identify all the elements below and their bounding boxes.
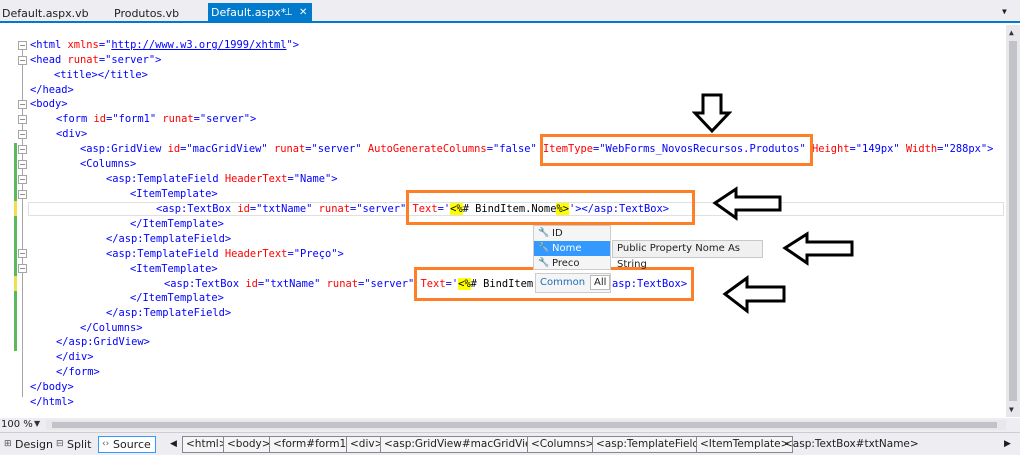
collapse-icon[interactable]: − [18, 145, 27, 154]
change-bar-unsaved [14, 201, 17, 216]
intellisense-item[interactable]: 🔧 ID [534, 226, 610, 241]
code-line: </head> [30, 84, 74, 96]
code-line: <ItemTemplate> [130, 188, 218, 200]
tab-dropdown-icon[interactable]: ▼ [1002, 7, 1012, 17]
property-icon: 🔧 [538, 258, 550, 268]
code-line: </div> [56, 351, 94, 363]
code-line: </asp:TemplateField> [106, 233, 232, 245]
code-line: <html xmlns="http://www.w3.org/1999/xhtm… [30, 39, 300, 51]
scroll-thumb[interactable] [52, 422, 997, 428]
vertical-scrollbar[interactable]: ▲ ▼ [1006, 25, 1020, 417]
collapse-icon[interactable]: − [18, 130, 27, 139]
tab-label: Produtos.vb [114, 7, 180, 20]
zoom-row: 100 % ▼ [0, 418, 1020, 432]
split-icon: ⊟ [56, 439, 64, 449]
change-bar-unsaved [14, 276, 17, 291]
horizontal-scrollbar[interactable] [46, 420, 1006, 430]
scroll-up-icon[interactable]: ▲ [1009, 28, 1014, 37]
change-bar-saved [14, 291, 17, 351]
property-icon: 🔧 [538, 243, 550, 253]
split-view-button[interactable]: ⊟ Split [52, 436, 96, 453]
code-line: <title></title> [54, 69, 148, 81]
code-line: <head runat="server"> [30, 54, 162, 66]
arrow-left-icon [782, 231, 854, 266]
breadcrumb-item[interactable]: <asp:TemplateField> [592, 436, 712, 453]
document-tab-strip: Default.aspx.vb Produtos.vb Default.aspx… [0, 0, 1020, 23]
tab-label: Default.aspx* [211, 6, 287, 19]
code-line: <Columns> [80, 158, 137, 170]
intellisense-item-selected[interactable]: 🔧 Nome [534, 241, 610, 256]
breadcrumb-item[interactable]: <ItemTemplate> [696, 436, 794, 453]
code-line: </Columns> [80, 322, 143, 334]
intellisense-filter: Common All [535, 273, 611, 293]
collapse-icon[interactable]: − [18, 175, 27, 184]
breadcrumb-next-icon[interactable]: ▶ [1004, 437, 1014, 452]
zoom-dropdown-icon[interactable]: ▼ [34, 419, 40, 428]
tab-default-aspx[interactable]: Default.aspx* ⊥ ✕ [208, 3, 312, 23]
source-view-button[interactable]: ‹› Source [98, 436, 156, 453]
arrow-left-icon [722, 275, 786, 315]
tab-label: Default.aspx.vb [2, 7, 89, 20]
collapse-icon[interactable]: − [18, 249, 27, 258]
collapse-icon[interactable]: − [18, 115, 27, 124]
collapse-icon[interactable]: − [18, 264, 27, 273]
code-line: <div> [56, 128, 88, 140]
code-line: <asp:TemplateField HeaderText="Name"> [106, 173, 338, 185]
tab-default-aspx-vb[interactable]: Default.aspx.vb [0, 4, 100, 23]
code-line: </asp:TemplateField> [106, 307, 232, 319]
design-view-button[interactable]: ⊞ Design [0, 436, 58, 453]
change-bar-saved [14, 216, 17, 276]
close-icon[interactable]: ✕ [299, 3, 307, 23]
code-line: <ItemTemplate> [130, 263, 218, 275]
zoom-level[interactable]: 100 % [1, 419, 33, 430]
code-line: </body> [30, 381, 74, 393]
tab-produtos-vb[interactable]: Produtos.vb [112, 4, 202, 23]
collapse-icon[interactable]: − [18, 56, 27, 65]
change-bar-saved [14, 143, 17, 172]
scroll-down-icon[interactable]: ▼ [1009, 405, 1014, 414]
intellisense-list: 🔧 ID 🔧 Nome 🔧 Preco [533, 225, 611, 270]
collapse-icon[interactable]: − [18, 190, 27, 199]
code-line: </form> [56, 366, 100, 378]
intellisense-tooltip: Public Property Nome As String [612, 240, 763, 270]
breadcrumb-item[interactable]: <body> [223, 436, 275, 453]
pin-icon[interactable]: ⊥ [284, 3, 293, 23]
itemtype-callout [540, 134, 813, 166]
code-line: <asp:TemplateField HeaderText="Preço"> [106, 248, 344, 260]
breadcrumb-item[interactable]: <Columns> [527, 436, 599, 453]
code-line: <form id="form1" runat="server"> [56, 113, 257, 125]
scroll-thumb[interactable] [1009, 41, 1017, 401]
code-line: </html> [30, 396, 74, 408]
collapse-icon[interactable]: − [18, 160, 27, 169]
collapse-icon[interactable]: − [18, 41, 27, 50]
code-line: <asp:GridView id="macGridView" runat="se… [80, 143, 994, 155]
collapse-icon[interactable]: − [18, 100, 27, 109]
code-line: <body> [30, 98, 68, 110]
view-bar: ⊞ Design ⊟ Split ‹› Source ◀ <html> <body> … [0, 432, 1020, 455]
code-line: </ItemTemplate> [130, 292, 224, 304]
code-line: </asp:GridView> [56, 336, 150, 348]
intellisense-item[interactable]: 🔧 Preco [534, 256, 610, 271]
property-icon: 🔧 [538, 228, 550, 238]
source-icon: ‹› [102, 439, 110, 449]
binditem-nome-callout [406, 190, 695, 225]
code-line: </ItemTemplate> [130, 218, 224, 230]
arrow-down-icon [692, 93, 732, 134]
filter-common-tab[interactable]: Common [540, 277, 585, 288]
filter-all-tab[interactable]: All [590, 275, 611, 290]
breadcrumb-prev-icon[interactable]: ◀ [170, 437, 180, 452]
arrow-left-icon [712, 186, 782, 221]
breadcrumb-item[interactable]: <asp:TextBox#txtName> [780, 436, 923, 453]
design-icon: ⊞ [4, 439, 12, 449]
